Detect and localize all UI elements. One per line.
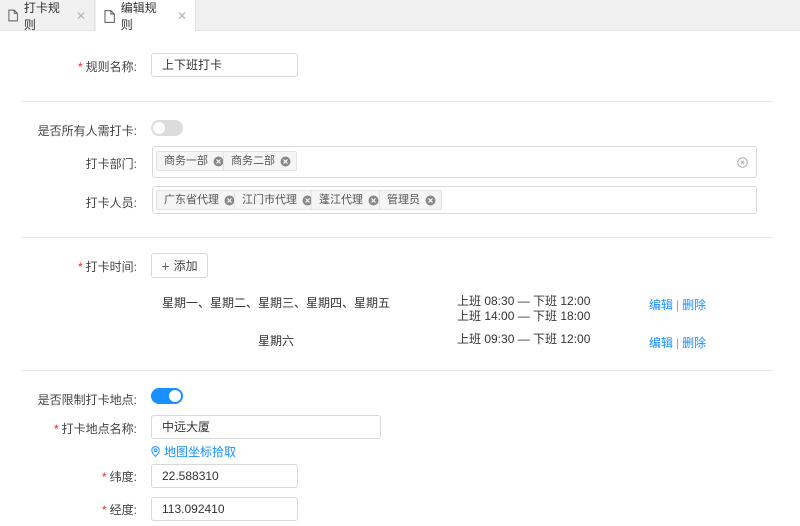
tab-label: 编辑规则: [120, 1, 157, 32]
divider: [21, 370, 773, 371]
schedule-days: 星期一、星期二、星期三、星期四、星期五: [161, 296, 390, 310]
divider: [21, 237, 773, 238]
schedule-actions: 编辑 | 删除: [649, 296, 706, 313]
tab-checkin-rules[interactable]: 打卡规则 ✕: [0, 0, 95, 32]
tab-edit-rule[interactable]: 编辑规则 ✕: [96, 0, 196, 32]
all-need-checkin-label: 是否所有人需打卡:: [37, 124, 137, 138]
switch-knob: [153, 122, 165, 134]
person-tag: 蓬江代理: [311, 190, 385, 210]
delete-schedule-link[interactable]: 删除: [682, 298, 706, 312]
remove-tag-icon[interactable]: [368, 195, 379, 206]
location-pin-icon: [151, 446, 160, 457]
clear-all-icon[interactable]: [737, 157, 748, 168]
latitude-input[interactable]: 22.588310: [151, 464, 298, 488]
location-name-label: * 打卡地点名称:: [53, 422, 137, 436]
limit-location-label: 是否限制打卡地点:: [37, 393, 137, 407]
people-label: 打卡人员:: [85, 196, 137, 210]
schedule-days: 星期六: [257, 334, 294, 348]
departments-select[interactable]: 商务一部 商务二部: [152, 146, 757, 178]
longitude-input[interactable]: 113.092410: [151, 497, 298, 521]
plus-icon: +: [161, 257, 170, 274]
tab-bar: 打卡规则 ✕ 编辑规则 ✕: [0, 0, 800, 32]
remove-tag-icon[interactable]: [280, 156, 291, 167]
divider: [21, 101, 773, 102]
action-separator: |: [676, 336, 680, 350]
checkin-time-label: * 打卡时间:: [77, 260, 137, 274]
all-need-checkin-switch[interactable]: [151, 120, 183, 136]
delete-schedule-link[interactable]: 删除: [682, 336, 706, 350]
close-icon[interactable]: ✕: [76, 9, 86, 23]
remove-tag-icon[interactable]: [425, 195, 436, 206]
person-tag: 管理员: [379, 190, 442, 210]
edit-schedule-link[interactable]: 编辑: [649, 336, 673, 350]
switch-knob: [169, 390, 181, 402]
map-coordinate-picker-link[interactable]: 地图坐标拾取: [151, 443, 236, 460]
tab-label: 打卡规则: [23, 0, 60, 32]
departments-label: 打卡部门:: [85, 157, 137, 171]
latitude-label: * 纬度:: [101, 470, 137, 484]
rule-name-label: * 规则名称:: [77, 60, 137, 74]
edit-schedule-link[interactable]: 编辑: [649, 298, 673, 312]
add-schedule-button[interactable]: + 添加: [151, 253, 208, 278]
department-tag: 商务二部: [223, 151, 297, 171]
schedule-times: 上班 08:30 — 下班 12:00 上班 14:00 — 下班 18:00: [457, 294, 591, 323]
schedule-actions: 编辑 | 删除: [649, 334, 706, 351]
action-separator: |: [676, 298, 680, 312]
location-name-input[interactable]: 中远大厦: [151, 415, 381, 439]
close-icon[interactable]: ✕: [177, 9, 187, 23]
schedule-times: 上班 09:30 — 下班 12:00: [457, 332, 591, 346]
limit-location-switch[interactable]: [151, 388, 183, 404]
document-icon: [104, 9, 115, 23]
people-select[interactable]: 广东省代理 江门市代理 蓬江代理 管理员: [152, 186, 757, 214]
department-tag: 商务一部: [156, 151, 230, 171]
person-tag: 江门市代理: [234, 190, 319, 210]
person-tag: 广东省代理: [156, 190, 241, 210]
rule-name-input[interactable]: 上下班打卡: [151, 53, 298, 77]
longitude-label: * 经度:: [101, 503, 137, 517]
document-icon: [8, 9, 18, 22]
